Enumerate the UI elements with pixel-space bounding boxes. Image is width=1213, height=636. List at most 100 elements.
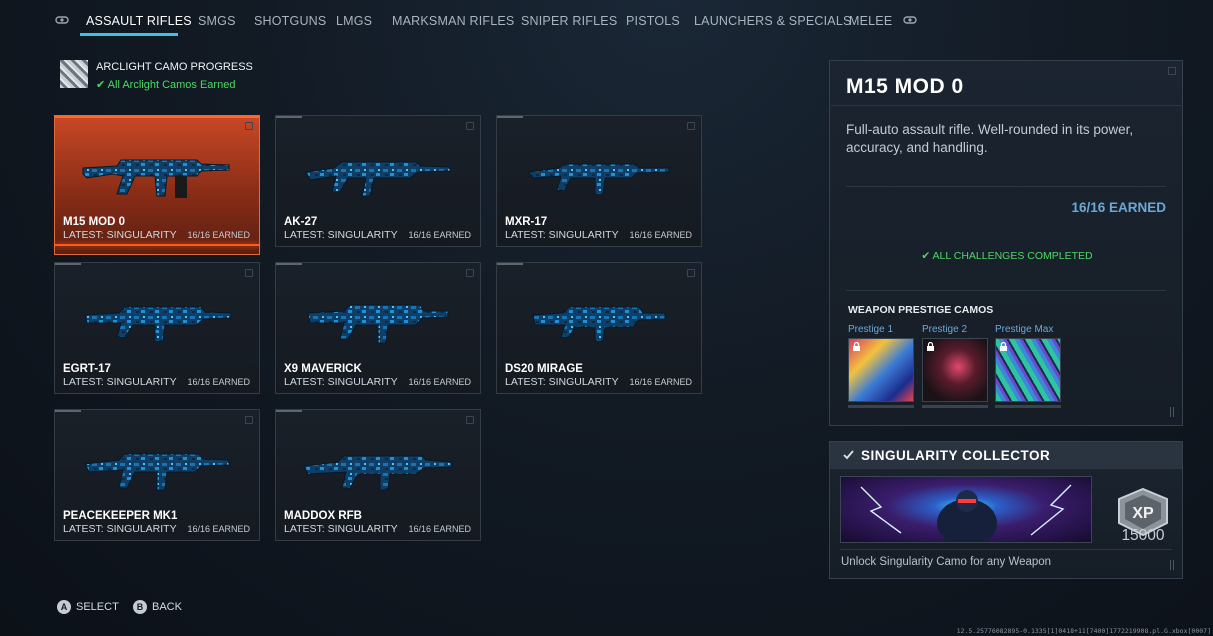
select-hint[interactable]: A Select — [57, 600, 119, 614]
card-top-bar — [276, 263, 302, 265]
a-button-icon: A — [57, 600, 71, 614]
detail-description: Full-auto assault rifle. Well-rounded in… — [846, 122, 1134, 155]
mxr-17-weapon-image — [528, 163, 670, 195]
weapon-earned-count: 16/16 EARNED — [629, 230, 692, 240]
tab-pistols[interactable]: Pistols — [626, 14, 680, 28]
card-corner-icon — [466, 416, 474, 424]
build-info: 12.5.25776082895-0.1335[1]0418+11[7400]1… — [956, 627, 1211, 635]
divider — [846, 186, 1166, 187]
weapon-earned-count: 16/16 EARNED — [187, 230, 250, 240]
scroll-indicator-icon — [1170, 407, 1174, 417]
weapon-card-mxr-17[interactable]: MXR-17 LATEST: SINGULARITY 16/16 EARNED — [496, 115, 702, 247]
prestige-camo-max-image — [995, 338, 1061, 402]
lb-bumper-icon[interactable] — [55, 14, 69, 26]
prestige-progress-bar — [848, 405, 914, 408]
weapon-name: PEACEKEEPER MK1 — [63, 510, 178, 522]
ds20-mirage-weapon-image — [532, 306, 666, 342]
card-top-bar — [276, 116, 302, 118]
tab-shotguns[interactable]: Shotguns — [254, 14, 326, 28]
divider — [831, 105, 1183, 106]
prestige-camos-title: WEAPON PRESTIGE CAMOS — [848, 304, 994, 316]
tab-marksman-rifles[interactable]: Marksman Rifles — [392, 14, 514, 28]
selection-glow — [55, 244, 259, 246]
lock-icon — [1000, 342, 1007, 351]
prestige-camo-1[interactable]: Prestige 1 — [848, 324, 914, 408]
weapon-latest-camo: LATEST: SINGULARITY — [63, 229, 177, 241]
prestige-camo-1-image — [848, 338, 914, 402]
card-corner-icon — [245, 269, 253, 277]
card-top-bar — [497, 263, 523, 265]
weapon-card-egrt-17[interactable]: EGRT-17 LATEST: SINGULARITY 16/16 EARNED — [54, 262, 260, 394]
active-tab-indicator — [80, 33, 178, 36]
x9-maverick-weapon-image — [307, 304, 449, 344]
weapon-latest-camo: LATEST: SINGULARITY — [284, 229, 398, 241]
weapon-earned-count: 16/16 EARNED — [408, 377, 471, 387]
weapon-name: AK-27 — [284, 216, 318, 228]
detail-earned-count: 16/16 EARNED — [1071, 200, 1166, 215]
prestige-progress-bar — [995, 405, 1061, 408]
prestige-camo-label: Prestige 2 — [922, 324, 968, 335]
tab-lmgs[interactable]: LMGs — [336, 14, 372, 28]
weapon-card-ds20-mirage[interactable]: DS20 MIRAGE LATEST: SINGULARITY 16/16 EA… — [496, 262, 702, 394]
prestige-camo-2-image — [922, 338, 988, 402]
prestige-camo-max[interactable]: Prestige Max — [995, 324, 1061, 408]
lock-icon — [853, 342, 860, 351]
card-corner-icon — [245, 122, 253, 130]
card-top-bar — [55, 410, 81, 412]
egrt-17-weapon-image — [84, 306, 232, 342]
weapon-earned-count: 16/16 EARNED — [408, 230, 471, 240]
back-hint-label: Back — [152, 601, 182, 613]
prestige-camo-label: Prestige 1 — [848, 324, 894, 335]
checkmark-icon — [843, 450, 854, 460]
tab-smgs[interactable]: SMGs — [198, 14, 236, 28]
divider — [846, 290, 1166, 291]
weapon-latest-camo: LATEST: SINGULARITY — [63, 523, 177, 535]
tab-launchers-specials[interactable]: Launchers & Specials — [694, 14, 852, 28]
weapon-detail-panel: M15 MOD 0 Full-auto assault rifle. Well-… — [829, 60, 1183, 426]
weapon-name: MADDOX RFB — [284, 510, 362, 522]
panel-corner-icon — [1168, 67, 1176, 75]
weapon-card-ak-27[interactable]: AK-27 LATEST: SINGULARITY 16/16 EARNED — [275, 115, 481, 247]
select-hint-label: Select — [76, 601, 119, 613]
camo-progress-title: Arclight Camo Progress — [96, 61, 253, 73]
lock-icon — [927, 342, 934, 351]
reward-title: Singularity Collector — [861, 448, 1051, 463]
divider — [840, 549, 1172, 550]
card-corner-icon — [245, 416, 253, 424]
scroll-indicator-icon — [1170, 560, 1174, 570]
weapon-name: MXR-17 — [505, 216, 548, 228]
back-hint[interactable]: B Back — [133, 600, 182, 614]
prestige-camo-2[interactable]: Prestige 2 — [922, 324, 988, 408]
reward-panel: Singularity Collector XP 15000 Unlock Si… — [829, 441, 1183, 579]
reward-description: Unlock Singularity Camo for any Weapon — [841, 556, 1052, 568]
weapon-card-maddox-rfb[interactable]: MADDOX RFB LATEST: SINGULARITY 16/16 EAR… — [275, 409, 481, 541]
weapon-category-nav: Assault Rifles SMGs Shotguns LMGs Marksm… — [0, 0, 1213, 44]
b-button-icon: B — [133, 600, 147, 614]
card-top-bar — [276, 410, 302, 412]
camo-progress-status: ✔ All Arclight Camos Earned — [96, 79, 236, 91]
card-top-bar — [55, 116, 259, 118]
weapon-earned-count: 16/16 EARNED — [408, 524, 471, 534]
ak-27-weapon-image — [305, 161, 451, 197]
tab-melee[interactable]: Melee — [849, 14, 892, 28]
card-top-bar — [497, 116, 523, 118]
card-corner-icon — [687, 122, 695, 130]
weapon-latest-camo: LATEST: SINGULARITY — [284, 523, 398, 535]
weapon-earned-count: 16/16 EARNED — [187, 524, 250, 534]
weapon-latest-camo: LATEST: SINGULARITY — [505, 376, 619, 388]
rb-bumper-icon[interactable] — [903, 14, 917, 26]
tab-sniper-rifles[interactable]: Sniper Rifles — [521, 14, 617, 28]
weapon-name: M15 MOD 0 — [63, 216, 125, 228]
weapon-card-x9-maverick[interactable]: X9 MAVERICK LATEST: SINGULARITY 16/16 EA… — [275, 262, 481, 394]
challenges-status: ✔ ALL CHALLENGES COMPLETED — [921, 250, 1093, 262]
tab-assault-rifles[interactable]: Assault Rifles — [86, 14, 192, 28]
xp-badge-label: XP — [1132, 505, 1154, 522]
weapon-name: DS20 MIRAGE — [505, 363, 583, 375]
weapon-card-peacekeeper-mk1[interactable]: PEACEKEEPER MK1 LATEST: SINGULARITY 16/1… — [54, 409, 260, 541]
weapon-card-m15-mod-0[interactable]: M15 MOD 0 LATEST: SINGULARITY 16/16 EARN… — [54, 115, 260, 255]
prestige-camo-label: Prestige Max — [995, 324, 1054, 335]
maddox-rfb-weapon-image — [303, 455, 453, 491]
card-corner-icon — [687, 269, 695, 277]
weapon-latest-camo: LATEST: SINGULARITY — [284, 376, 398, 388]
singularity-figure-art — [860, 484, 1072, 542]
